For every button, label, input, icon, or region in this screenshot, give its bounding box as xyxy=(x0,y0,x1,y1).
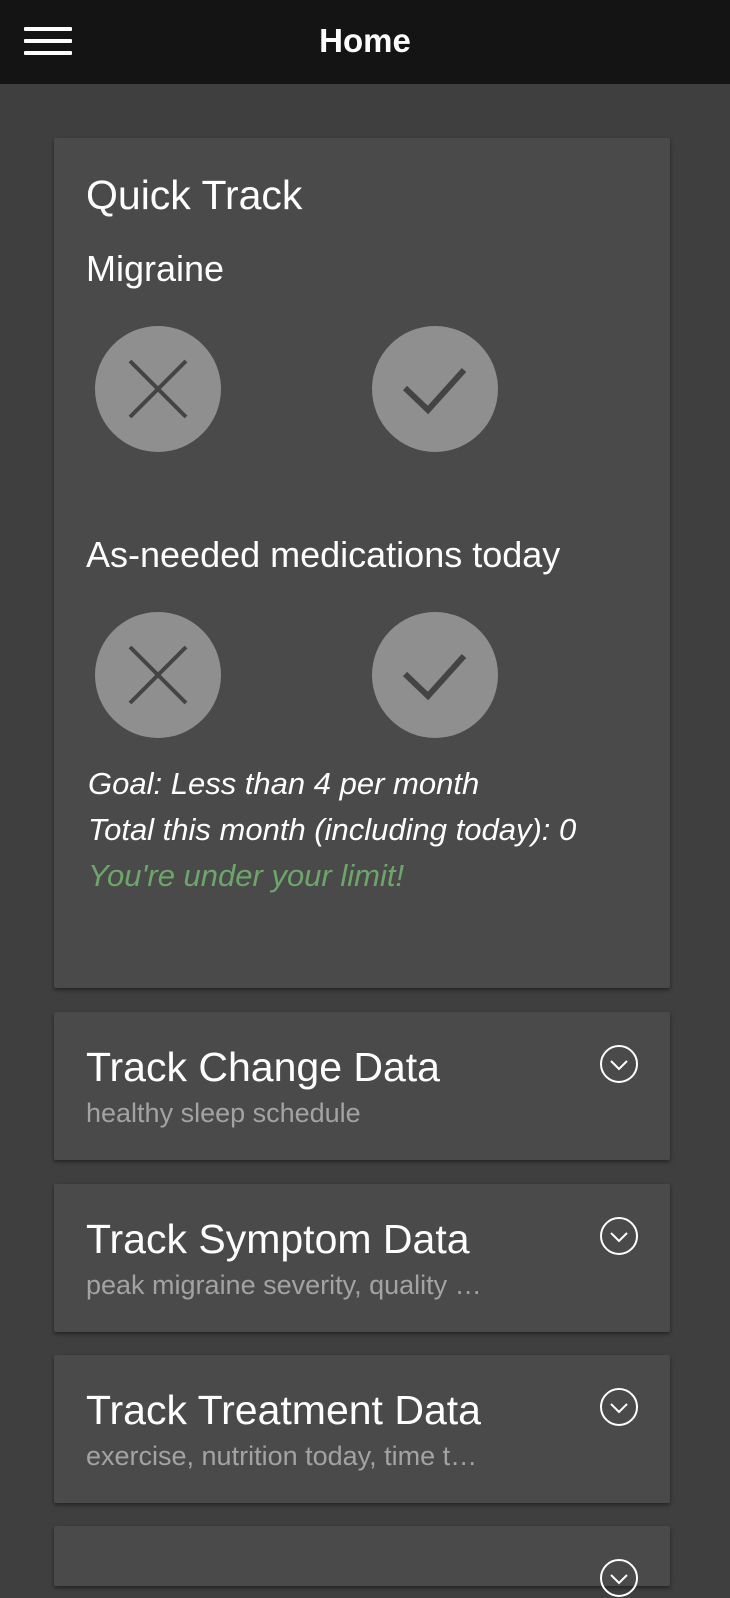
limit-status-text: You're under your limit! xyxy=(88,858,405,893)
medications-label: As-needed medications today xyxy=(86,534,561,575)
close-icon xyxy=(128,359,188,419)
track-treatment-data-card[interactable]: Track Treatment Data exercise, nutrition… xyxy=(54,1355,670,1503)
goal-text: Goal: Less than 4 per month xyxy=(88,766,480,801)
chevron-down-icon[interactable] xyxy=(599,1387,639,1427)
check-icon xyxy=(402,653,467,701)
track-symptom-subtitle: peak migraine severity, quality … xyxy=(86,1270,482,1300)
medications-yes-button[interactable] xyxy=(372,612,498,738)
quick-track-card: Quick Track Migraine As-needed medicatio… xyxy=(54,138,670,988)
close-icon xyxy=(128,645,188,705)
track-change-subtitle: healthy sleep schedule xyxy=(86,1098,361,1128)
top-app-bar: Home xyxy=(0,0,730,84)
quick-track-title: Quick Track xyxy=(86,172,303,218)
migraine-no-button[interactable] xyxy=(95,326,221,452)
track-change-title: Track Change Data xyxy=(86,1044,440,1090)
track-symptom-data-card[interactable]: Track Symptom Data peak migraine severit… xyxy=(54,1184,670,1332)
chevron-down-icon[interactable] xyxy=(599,1558,639,1598)
page-title: Home xyxy=(319,22,411,59)
monthly-total-text: Total this month (including today): 0 xyxy=(88,812,577,847)
track-treatment-subtitle: exercise, nutrition today, time t… xyxy=(86,1441,478,1471)
chevron-down-icon[interactable] xyxy=(599,1044,639,1084)
track-treatment-title: Track Treatment Data xyxy=(86,1387,481,1433)
medications-no-button[interactable] xyxy=(95,612,221,738)
migraine-label: Migraine xyxy=(86,248,225,289)
track-change-data-card[interactable]: Track Change Data healthy sleep schedule xyxy=(54,1012,670,1160)
migraine-yes-button[interactable] xyxy=(372,326,498,452)
track-symptom-title: Track Symptom Data xyxy=(86,1216,470,1262)
check-icon xyxy=(402,367,467,415)
track-card-partial[interactable] xyxy=(54,1526,670,1597)
chevron-down-icon[interactable] xyxy=(599,1216,639,1256)
